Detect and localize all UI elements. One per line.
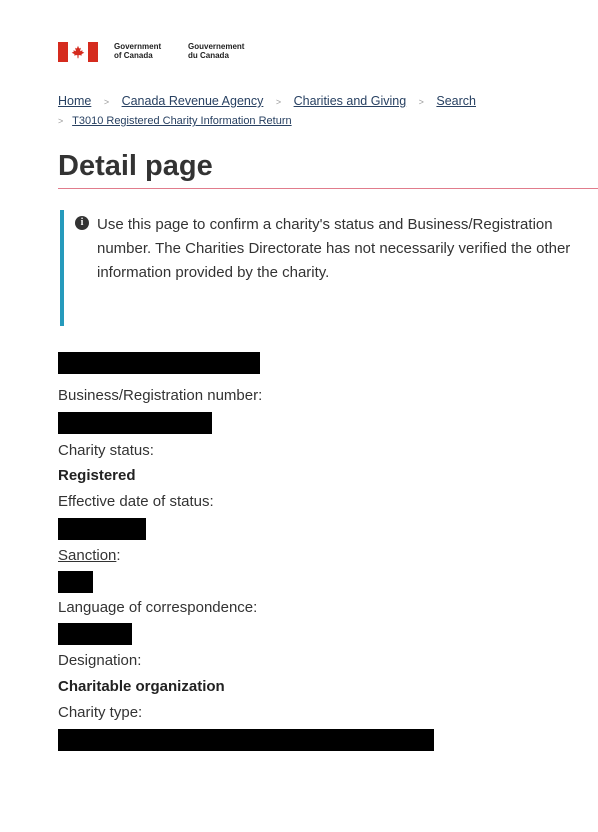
gov-fr-line1: Gouvernement: [188, 42, 245, 51]
government-wordmark: Government of Canada Gouvernement du Can…: [114, 42, 248, 60]
breadcrumb-charities-link[interactable]: Charities and Giving: [294, 94, 407, 108]
breadcrumb-home-link[interactable]: Home: [58, 94, 91, 108]
business-number-label: Business/Registration number:: [58, 387, 263, 404]
breadcrumb-separator: >: [418, 97, 424, 107]
info-notice: i Use this page to confirm a charity's s…: [60, 210, 584, 326]
language-label: Language of correspondence:: [58, 599, 258, 616]
sanction-label: Sanction:: [58, 547, 121, 564]
breadcrumb-separator: >: [58, 116, 64, 126]
breadcrumb: Home > Canada Revenue Agency > Charities…: [58, 90, 578, 132]
redacted-language: [58, 623, 132, 645]
page-title: Detail page: [58, 150, 213, 182]
gov-en-line1: Government: [114, 42, 162, 51]
gov-fr-line2: du Canada: [188, 51, 229, 60]
designation-value: Charitable organization: [58, 678, 225, 695]
title-divider: [58, 188, 598, 189]
gov-en-line2: of Canada: [114, 51, 153, 60]
redacted-effective-date: [58, 518, 146, 540]
breadcrumb-separator: >: [275, 97, 282, 107]
breadcrumb-separator: >: [103, 97, 110, 107]
sanction-link[interactable]: Sanction: [58, 547, 116, 564]
breadcrumb-t3010-link[interactable]: T3010 Registered Charity Information Ret…: [72, 115, 292, 127]
redacted-charity-type: [58, 729, 434, 751]
breadcrumb-cra-link[interactable]: Canada Revenue Agency: [122, 94, 264, 108]
redacted-sanction: [58, 571, 93, 593]
effective-date-label: Effective date of status:: [58, 493, 214, 510]
canada-flag-icon: [58, 42, 98, 62]
notice-text: Use this page to confirm a charity's sta…: [97, 216, 571, 281]
sanction-colon: :: [116, 547, 121, 564]
breadcrumb-search-link[interactable]: Search: [436, 94, 476, 108]
redacted-business-number: [58, 412, 212, 434]
info-icon: i: [75, 216, 89, 230]
charity-status-label: Charity status:: [58, 442, 154, 459]
charity-status-value: Registered: [58, 467, 136, 484]
charity-type-label: Charity type:: [58, 704, 143, 721]
government-signature[interactable]: Government of Canada Gouvernement du Can…: [58, 42, 248, 62]
redacted-charity-name: [58, 352, 260, 374]
designation-label: Designation:: [58, 652, 142, 669]
